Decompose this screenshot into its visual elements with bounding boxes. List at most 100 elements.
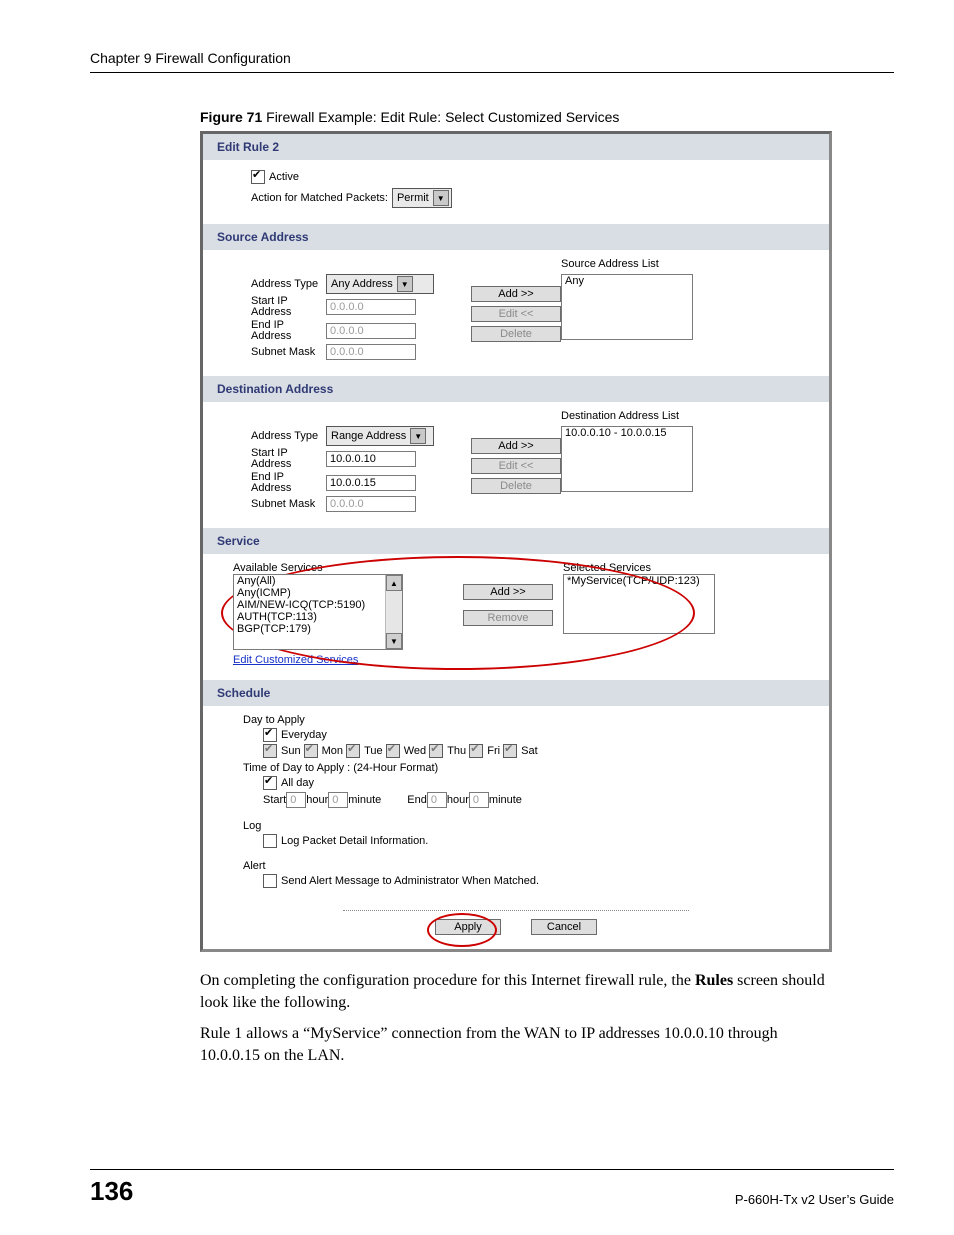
action-value: Permit [397,192,429,204]
dst-type-label: Address Type [251,430,326,442]
day-label: Fri [487,745,500,757]
src-type-value: Any Address [331,278,393,290]
scroll-up-icon[interactable]: ▲ [386,575,402,591]
list-item[interactable]: Any(All) [234,575,386,587]
chevron-down-icon: ▼ [397,276,413,292]
day-label: Tue [364,745,383,757]
list-item[interactable]: AIM/NEW-ICQ(TCP:5190) [234,599,386,611]
day-label: Sat [521,745,538,757]
src-add-button[interactable]: Add >> [471,286,561,302]
src-end-input[interactable] [326,323,416,339]
running-header: Chapter 9 Firewall Configuration [90,50,894,73]
start-minute-input[interactable] [328,792,348,808]
dst-mask-label: Subnet Mask [251,498,326,510]
figure-title: Firewall Example: Edit Rule: Select Cust… [262,109,619,125]
src-start-input[interactable] [326,299,416,315]
day-wed-checkbox[interactable] [386,744,400,758]
section-destination: Destination Address [203,376,829,402]
guide-title: P-660H-Tx v2 User’s Guide [735,1192,894,1207]
page-number: 136 [90,1176,133,1207]
active-checkbox[interactable] [251,170,265,184]
selected-services-title: Selected Services [563,562,715,574]
hour-label: hour [447,794,469,806]
divider [343,910,689,911]
list-item[interactable]: 10.0.0.10 - 10.0.0.15 [562,427,692,439]
alert-checkbox[interactable] [263,874,277,888]
src-list[interactable]: Any [561,274,693,340]
section-source: Source Address [203,224,829,250]
edit-customized-services-link[interactable]: Edit Customized Services [233,654,358,666]
src-mask-label: Subnet Mask [251,346,326,358]
minute-label: minute [489,794,522,806]
src-type-label: Address Type [251,278,326,290]
allday-checkbox[interactable] [263,776,277,790]
scroll-down-icon[interactable]: ▼ [386,633,402,649]
body-paragraph: Rule 1 allows a “MyService” connection f… [200,1023,840,1066]
dst-type-value: Range Address [331,430,406,442]
list-item[interactable]: AUTH(TCP:113) [234,611,386,623]
service-remove-button[interactable]: Remove [463,610,553,626]
action-label: Action for Matched Packets: [251,192,388,204]
src-end-label: End IP Address [251,320,326,342]
day-tue-checkbox[interactable] [346,744,360,758]
day-label: Sun [281,745,301,757]
apply-button[interactable]: Apply [435,919,501,935]
dst-end-label: End IP Address [251,472,326,494]
src-type-select[interactable]: Any Address ▼ [326,274,434,294]
day-mon-checkbox[interactable] [304,744,318,758]
src-mask-input[interactable] [326,344,416,360]
start-hour-input[interactable] [286,792,306,808]
minute-label: minute [348,794,381,806]
log-label: Log Packet Detail Information. [281,835,428,847]
hour-label: hour [306,794,328,806]
dst-list[interactable]: 10.0.0.10 - 10.0.0.15 [561,426,693,492]
dst-end-input[interactable] [326,475,416,491]
src-delete-button[interactable]: Delete [471,326,561,342]
time-label: Time of Day to Apply : (24-Hour Format) [243,762,809,774]
list-item[interactable]: *MyService(TCP/UDP:123) [564,575,714,587]
src-edit-button[interactable]: Edit << [471,306,561,322]
day-sun-checkbox[interactable] [263,744,277,758]
day-label: Thu [447,745,466,757]
service-add-button[interactable]: Add >> [463,584,553,600]
allday-label: All day [281,777,314,789]
dst-mask-input[interactable] [326,496,416,512]
alert-label: Send Alert Message to Administrator When… [281,875,539,887]
available-services-title: Available Services [233,562,433,574]
day-thu-checkbox[interactable] [429,744,443,758]
section-service: Service [203,528,829,554]
day-to-apply-label: Day to Apply [243,714,809,726]
section-schedule: Schedule [203,680,829,706]
dst-edit-button[interactable]: Edit << [471,458,561,474]
list-item[interactable]: Any(ICMP) [234,587,386,599]
dst-list-title: Destination Address List [561,410,693,422]
selected-services-list[interactable]: *MyService(TCP/UDP:123) [563,574,715,634]
end-label: End [407,794,427,806]
active-label: Active [269,171,299,183]
dst-add-button[interactable]: Add >> [471,438,561,454]
cancel-button[interactable]: Cancel [531,919,597,935]
day-sat-checkbox[interactable] [503,744,517,758]
end-hour-input[interactable] [427,792,447,808]
day-label: Mon [322,745,343,757]
day-label: Wed [404,745,426,757]
available-services-list[interactable]: Any(All) Any(ICMP) AIM/NEW-ICQ(TCP:5190)… [233,574,403,650]
log-checkbox[interactable] [263,834,277,848]
list-item[interactable]: BGP(TCP:179) [234,623,386,635]
list-item[interactable]: Any [562,275,692,287]
dst-type-select[interactable]: Range Address ▼ [326,426,434,446]
everyday-checkbox[interactable] [263,728,277,742]
alert-title: Alert [243,860,809,872]
dst-start-label: Start IP Address [251,448,326,470]
everyday-label: Everyday [281,729,327,741]
dst-start-input[interactable] [326,451,416,467]
edit-rule-panel: Edit Rule 2 Active Action for Matched Pa… [200,131,832,952]
log-title: Log [243,820,809,832]
action-select[interactable]: Permit ▼ [392,188,452,208]
end-minute-input[interactable] [469,792,489,808]
dst-delete-button[interactable]: Delete [471,478,561,494]
day-fri-checkbox[interactable] [469,744,483,758]
figure-number: Figure 71 [200,109,262,125]
chevron-down-icon: ▼ [410,428,426,444]
scrollbar[interactable]: ▲ ▼ [385,575,402,649]
